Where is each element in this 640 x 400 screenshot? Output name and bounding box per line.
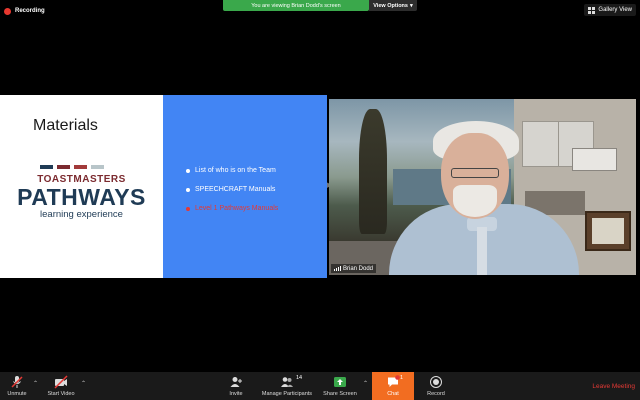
participant-glasses xyxy=(451,168,499,178)
manage-participants-button[interactable]: Manage Participants xyxy=(257,372,317,400)
audio-options-chevron-icon[interactable]: ⌃ xyxy=(33,380,38,387)
unmute-button[interactable]: Unmute xyxy=(4,372,30,400)
participant-tie xyxy=(477,227,487,275)
signal-strength-icon xyxy=(334,266,341,271)
bullet-dot-icon xyxy=(186,206,190,211)
bullet-item: SPEECHCRAFT Manuals xyxy=(186,180,278,199)
gallery-view-label: Gallery View xyxy=(598,7,632,13)
screen-share-text: You are viewing Brian Dodd's screen xyxy=(251,2,341,9)
chat-unread-badge: 1 xyxy=(400,375,404,381)
record-button[interactable]: Record xyxy=(423,372,449,400)
slide-title: Materials xyxy=(33,117,98,134)
bullet-item: List of who is on the Team xyxy=(186,161,278,180)
invite-label: Invite xyxy=(229,391,243,397)
logo-squares xyxy=(40,165,104,169)
painting-tree xyxy=(359,109,387,234)
shared-screen: Materials TOASTMASTERS PATHWAYS learning… xyxy=(0,95,327,278)
view-options-label: View Options xyxy=(373,2,408,9)
share-screen-icon xyxy=(334,377,346,387)
participant-beard xyxy=(453,185,497,217)
slide-bullet-list: List of who is on the Team SPEECHCRAFT M… xyxy=(186,161,278,218)
logo-square xyxy=(40,165,53,169)
logo-square xyxy=(57,165,70,169)
unmute-label: Unmute xyxy=(7,391,27,397)
record-label: Record xyxy=(427,391,445,397)
record-icon xyxy=(430,376,442,388)
logo-square xyxy=(91,165,104,169)
invite-button[interactable]: Invite xyxy=(224,372,248,400)
participant-name: Brian Dodd xyxy=(343,265,374,272)
invite-person-icon xyxy=(230,377,242,387)
slide-left-panel: Materials TOASTMASTERS PATHWAYS learning… xyxy=(0,95,163,278)
share-screen-label: Share Screen xyxy=(323,391,357,397)
share-screen-button[interactable]: Share Screen xyxy=(320,372,360,400)
bullet-text: Level 1 Pathways Manuals xyxy=(195,205,279,212)
video-options-chevron-icon[interactable]: ⌃ xyxy=(81,380,86,387)
video-picture-frame xyxy=(585,211,631,251)
chat-label: Chat xyxy=(387,391,399,397)
video-off-icon xyxy=(54,375,68,389)
participant-count-badge: 14 xyxy=(296,375,303,381)
grid-icon xyxy=(588,6,596,14)
participants-icon xyxy=(281,377,293,387)
screen-share-banner: You are viewing Brian Dodd's screen xyxy=(223,0,369,11)
recording-dot-icon xyxy=(4,7,11,15)
toastmasters-pathways-logo: TOASTMASTERS PATHWAYS learning experienc… xyxy=(0,161,163,227)
bullet-dot-icon xyxy=(186,187,190,192)
bullet-dot-icon xyxy=(186,168,190,173)
bullet-text: SPEECHCRAFT Manuals xyxy=(195,186,276,193)
participant-name-tag: Brian Dodd xyxy=(331,264,377,273)
logo-pathways-text: PATHWAYS xyxy=(17,184,146,210)
leave-meeting-button[interactable]: Leave Meeting xyxy=(592,383,635,390)
logo-square xyxy=(74,165,87,169)
view-options-button[interactable]: View Options ▾ xyxy=(369,0,417,11)
share-options-chevron-icon[interactable]: ⌃ xyxy=(363,380,368,387)
chat-button[interactable]: Chat xyxy=(372,372,414,400)
recording-indicator: Recording xyxy=(4,5,45,17)
start-video-label: Start Video xyxy=(47,391,75,397)
gallery-view-button[interactable]: Gallery View xyxy=(584,4,636,16)
bullet-item: Level 1 Pathways Manuals xyxy=(186,199,278,218)
logo-subtitle: learning experience xyxy=(40,209,123,220)
video-microwave xyxy=(572,148,617,171)
slide-right-panel: List of who is on the Team SPEECHCRAFT M… xyxy=(163,95,327,278)
start-video-button[interactable]: Start Video xyxy=(44,372,78,400)
bullet-text: List of who is on the Team xyxy=(195,167,276,174)
chat-bubble-icon xyxy=(388,375,400,387)
chevron-down-icon: ▾ xyxy=(409,2,413,9)
manage-participants-label: Manage Participants xyxy=(261,391,313,397)
participant-video[interactable]: Brian Dodd xyxy=(329,99,636,275)
meeting-toolbar: Unmute ⌃ Start Video ⌃ Invite Manage Par… xyxy=(0,372,640,400)
recording-label: Recording xyxy=(15,8,45,14)
muted-microphone-icon xyxy=(11,376,23,388)
